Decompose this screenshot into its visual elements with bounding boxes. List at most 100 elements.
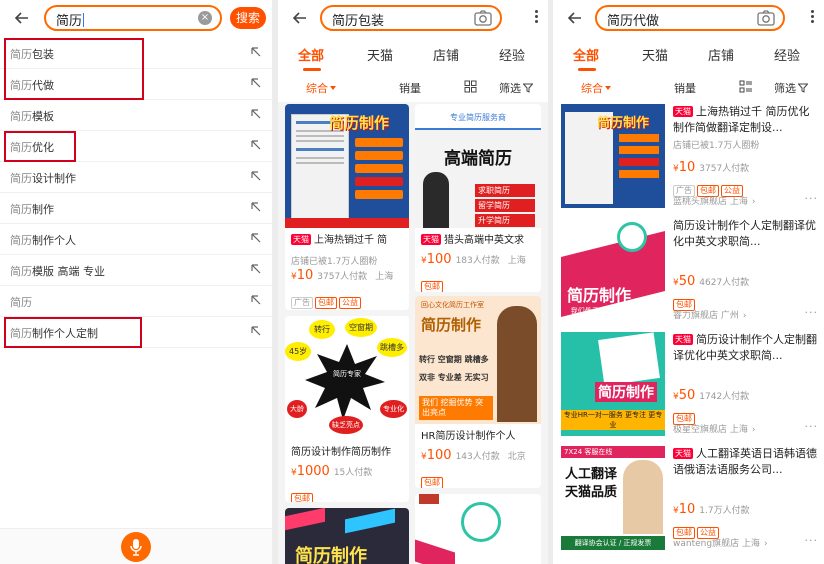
fill-query-arrow-icon[interactable] [250,108,262,120]
tab-experience[interactable]: 经验 [774,45,800,64]
tab-underline [578,68,596,71]
image-bullet: 留学简历 [475,199,535,212]
image-top-text: 7X24 客服在线 [561,446,665,458]
grid-results-panel: 简历包装 全部 天猫 店铺 经验 综合 销量 筛选 简历制作 天猫 上海热销过千 … [278,0,548,564]
sort-comprehensive[interactable]: 综合 [306,80,336,96]
product-card[interactable] [415,494,541,564]
camera-icon[interactable] [757,10,775,26]
list-view-icon[interactable] [739,80,752,93]
fill-query-arrow-icon[interactable] [250,77,262,89]
suggestion-item[interactable]: 简历 [0,286,272,317]
suggestion-item[interactable]: 简历设计制作 [0,162,272,193]
tab-underline [303,68,321,71]
price-value: 50 [678,388,696,403]
person-image [497,306,537,422]
paid-count: 183人付款 [455,256,500,266]
product-title-text: 猎头高端中英文求 [444,235,524,246]
chevron-right-icon: › [742,311,747,321]
price-value: 10 [678,160,696,175]
tab-all[interactable]: 全部 [573,45,599,64]
product-card[interactable]: 回心文化简历工作室 简历制作 转行 空窗期 跳槽多 双非 专业差 无实习 我们 … [415,296,541,488]
tab-shops[interactable]: 店铺 [433,45,459,64]
more-dots-icon[interactable]: ··· [805,420,819,433]
filter-label: 筛选 [774,82,796,95]
product-title: 天猫 上海热销过千 简 [291,234,403,248]
fill-query-arrow-icon[interactable] [250,263,262,275]
price-value: 1000 [296,464,330,479]
tmall-badge: 天猫 [673,334,693,345]
item-info: 天猫 简历设计制作个人定制翻译优化中英文求职简... ¥50 1742人付款 包邮 … [673,332,818,435]
tmall-badge: 天猫 [673,106,693,117]
sort-comprehensive[interactable]: 综合 [581,80,611,96]
filter-button[interactable]: 筛选 [774,80,808,96]
search-header: 简历 × 搜索 [0,0,272,38]
image-bullet: 升学简历 [475,214,535,227]
list-item[interactable]: 简历制作 天猫 上海热销过千 简历优化制作简做翻译定制设... 店铺已被1.7万人… [553,104,824,214]
suggestion-item[interactable]: 简历制作个人 [0,224,272,255]
shop-link[interactable]: 极星空旗舰店 上海 › [673,422,755,435]
grid-view-icon[interactable] [464,80,477,93]
tag-list: 包邮 [421,274,445,292]
filter-button[interactable]: 筛选 [499,80,533,96]
price-value: 50 [678,274,696,289]
shop-link[interactable]: 睿力旗舰店 广州 › [673,308,746,321]
camera-icon[interactable] [474,10,492,26]
funnel-icon [798,83,808,93]
paid-count: 143人付款 [455,452,500,462]
product-title-text: 上海热销过千 简 [314,235,388,246]
suggestion-item[interactable]: 简历制作 [0,193,272,224]
product-card[interactable]: 简历制作 [285,508,409,564]
search-button[interactable]: 搜索 [230,7,266,29]
product-image: 专业简历服务商 高端简历 求职简历 留学简历 升学简历 [415,104,541,228]
shop-link[interactable]: 蓝桃头旗舰店 上海 › [673,194,755,207]
tab-experience[interactable]: 经验 [499,45,525,64]
product-card[interactable]: 简历制作 天猫 上海热销过千 简 店铺已被1.7万人圈粉 ¥10 3757人付款 上海… [285,104,409,310]
clear-icon[interactable]: × [198,11,212,25]
product-card[interactable]: 简历专家 转行 空窗期 45岁 跳槽多 大龄 缺乏亮点 专业化 简历设计制作简历… [285,316,409,502]
suggestion-item[interactable]: 简历模版 高端 专业 [0,255,272,286]
sort-sales[interactable]: 销量 [399,80,421,96]
more-options-icon[interactable] [532,8,540,28]
search-input[interactable]: 简历包装 [320,5,502,31]
search-input[interactable]: 简历 × [44,5,222,31]
shop-fans: 店铺已被1.7万人圈粉 [291,257,378,267]
fill-query-arrow-icon[interactable] [250,46,262,58]
product-image [415,494,541,564]
sort-sales[interactable]: 销量 [674,80,696,96]
price-value: 10 [678,502,696,517]
tab-tmall[interactable]: 天猫 [367,45,393,64]
fill-query-arrow-icon[interactable] [250,170,262,182]
back-arrow-icon[interactable] [565,8,585,28]
tab-tmall[interactable]: 天猫 [642,45,668,64]
back-arrow-icon[interactable] [12,8,32,28]
suggestion-completion: 模板 [32,110,54,123]
tab-all[interactable]: 全部 [298,45,324,64]
tab-shops[interactable]: 店铺 [708,45,734,64]
microphone-icon[interactable] [121,532,151,562]
product-card[interactable]: 专业简历服务商 高端简历 求职简历 留学简历 升学简历 天猫 猎头高端中英文求 ¥… [415,104,541,292]
annotation-highlight-box [4,131,76,162]
shop-link[interactable]: wanteng旗舰店 上海 › [673,536,768,549]
price: ¥100 183人付款 上海 [421,252,526,267]
more-dots-icon[interactable]: ··· [805,306,819,319]
fill-query-arrow-icon[interactable] [250,201,262,213]
fill-query-arrow-icon[interactable] [250,232,262,244]
more-dots-icon[interactable]: ··· [805,534,819,547]
list-item[interactable]: 7X24 客服在线 人工翻译 天猫品质 翻译协会认证 / 正规发票 天猫 人工翻译… [553,446,824,556]
free-shipping-tag: 包邮 [315,297,337,309]
tmall-badge: 天猫 [421,234,441,245]
location: 上海 [375,272,394,282]
search-input[interactable]: 简历代做 [595,5,785,31]
fill-query-arrow-icon[interactable] [250,139,262,151]
back-arrow-icon[interactable] [290,8,310,28]
more-dots-icon[interactable]: ··· [805,192,819,205]
more-options-icon[interactable] [808,8,816,28]
suggestion-item[interactable]: 简历模板 [0,100,272,131]
list-item[interactable]: 简历制作 我们骨子里是HR, 不是商人 简历设计制作个人定制翻译优化中英文求职简… [553,218,824,328]
image-top-text: 回心文化简历工作室 [421,301,484,309]
fill-query-arrow-icon[interactable] [250,325,262,337]
fill-query-arrow-icon[interactable] [250,294,262,306]
tag-list: 包邮 [421,470,445,488]
image-headline: 高端简历 [444,149,512,169]
list-item[interactable]: 简历制作 专业HR一对一服务 更专注 更专业 天猫 简历设计制作个人定制翻译优化中… [553,332,824,442]
